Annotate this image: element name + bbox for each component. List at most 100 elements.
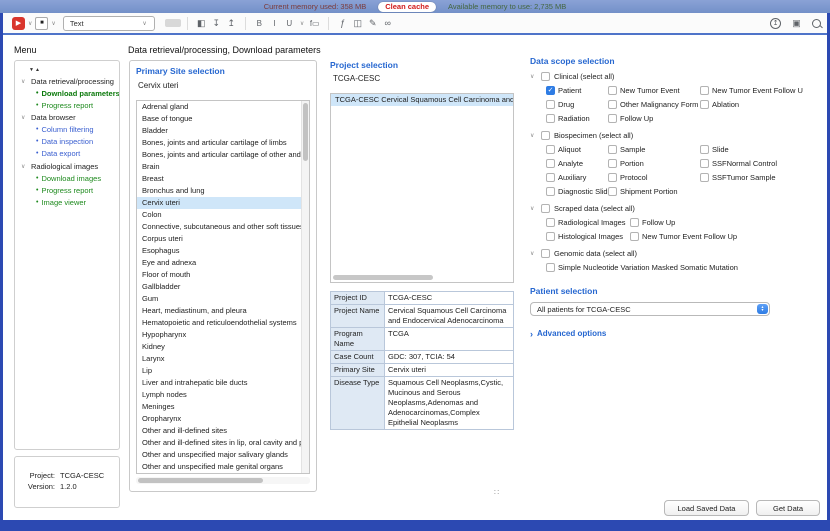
checkbox-new-tumor-event-follow-up[interactable]: New Tumor Event Follow U (700, 85, 822, 95)
primary-site-option[interactable]: Base of tongue (137, 113, 309, 125)
underline-icon[interactable]: U (282, 19, 297, 28)
scrollbar-thumb[interactable] (303, 103, 308, 161)
primary-site-option[interactable]: Brain (137, 161, 309, 173)
checkbox-radiation[interactable]: Radiation (546, 113, 608, 123)
vertical-scrollbar[interactable] (301, 101, 309, 473)
checkbox-analyte[interactable]: Analyte (546, 158, 608, 168)
chevron-down-icon[interactable]: ∨ (21, 78, 28, 85)
primary-site-option[interactable]: Colon (137, 209, 309, 221)
function-icon[interactable]: ƒ (335, 18, 350, 28)
checkbox-slide[interactable]: Slide (700, 144, 822, 154)
upload-icon[interactable]: ↥ (770, 18, 781, 29)
checkbox-biospecimen-select-all[interactable] (541, 131, 550, 140)
chevron-down-icon[interactable]: ∨ (300, 20, 304, 27)
chevron-down-icon[interactable]: ∨ (21, 114, 28, 121)
primary-site-option[interactable]: Other and unspecified male genital organ… (137, 461, 309, 473)
chevron-down-icon[interactable]: ∨ (51, 20, 55, 27)
checkbox-follow-up[interactable]: Follow Up (608, 113, 700, 123)
run-button[interactable]: ▶ (12, 17, 25, 30)
get-data-button[interactable]: Get Data (756, 500, 820, 516)
patient-selection-dropdown[interactable]: All patients for TCGA-CESC ▲ ▼ (530, 302, 770, 316)
primary-site-option[interactable]: Other and ill-defined sites in lip, oral… (137, 437, 309, 449)
primary-site-option[interactable]: Gum (137, 293, 309, 305)
checkbox-auxiliary[interactable]: Auxiliary (546, 172, 608, 182)
checkbox-ablation[interactable]: Ablation (700, 99, 822, 109)
pencil-icon[interactable]: ✎ (365, 18, 380, 29)
frame-icon[interactable]: ◧ (194, 18, 209, 29)
chevron-down-icon[interactable]: ∨ (530, 205, 537, 212)
checkbox-other-malignancy-form[interactable]: Other Malignancy Form (608, 99, 700, 109)
primary-site-option[interactable]: Eye and adnexa (137, 257, 309, 269)
italic-icon[interactable]: I (267, 19, 282, 28)
checkbox-simple-nucleotide-variation[interactable]: Simple Nucleotide Variation Masked Somat… (546, 262, 822, 272)
text-style-select[interactable]: Text ∨ (63, 16, 155, 31)
bold-icon[interactable]: B (252, 19, 267, 28)
checkbox-radiological-images[interactable]: Radiological Images (546, 217, 630, 227)
primary-site-option[interactable]: Connective, subcutaneous and other soft … (137, 221, 309, 233)
clean-cache-button[interactable]: Clean cache (378, 2, 436, 12)
primary-site-option[interactable]: Oropharynx (137, 413, 309, 425)
checkbox-shipment-portion[interactable]: Shipment Portion (608, 186, 700, 196)
tree-group-data-browser[interactable]: ∨ Data browser (21, 113, 116, 122)
primary-site-option[interactable]: Corpus uteri (137, 233, 309, 245)
checkbox-new-tumor-event[interactable]: New Tumor Event (608, 85, 700, 95)
align-down-icon[interactable]: ↧ (209, 18, 224, 29)
checkbox-genomic-select-all[interactable] (541, 249, 550, 258)
checkbox-patient[interactable]: ✓Patient (546, 85, 608, 95)
primary-site-option[interactable]: Adrenal gland (137, 101, 309, 113)
menu-item-progress-report[interactable]: • Progress report (36, 101, 116, 110)
checkbox-protocol[interactable]: Protocol (608, 172, 700, 182)
checkbox-scraped-follow-up[interactable]: Follow Up (630, 217, 822, 227)
primary-site-option[interactable]: Meninges (137, 401, 309, 413)
checkbox-histological-images[interactable]: Histological Images (546, 231, 630, 241)
link-icon[interactable]: ∞ (380, 18, 395, 28)
search-icon[interactable] (812, 19, 821, 28)
primary-site-option[interactable]: Liver and intrahepatic bile ducts (137, 377, 309, 389)
primary-site-option[interactable]: Breast (137, 173, 309, 185)
tree-group-data-retrieval[interactable]: ∨ Data retrieval/processing (21, 77, 116, 86)
primary-site-option[interactable]: Gallbladder (137, 281, 309, 293)
checkbox-clinical-select-all[interactable] (541, 72, 550, 81)
chevron-down-icon[interactable]: ∨ (530, 250, 537, 257)
primary-site-option[interactable]: Kidney (137, 341, 309, 353)
checkbox-new-tumor-event-follow-up-scraped[interactable]: New Tumor Event Follow Up (630, 231, 822, 241)
chevron-down-icon[interactable]: ∨ (21, 163, 28, 170)
media-icon[interactable]: ◫ (350, 18, 365, 29)
primary-site-option[interactable]: Bones, joints and articular cartilage of… (137, 137, 309, 149)
primary-site-option[interactable]: Hypopharynx (137, 329, 309, 341)
primary-site-option[interactable]: Other and ill-defined sites (137, 425, 309, 437)
resize-grip[interactable]: ∷ (494, 488, 498, 497)
menu-item-column-filtering[interactable]: • Column filtering (36, 125, 116, 134)
menu-item-data-inspection[interactable]: • Data inspection (36, 137, 116, 146)
checkbox-sample[interactable]: Sample (608, 144, 700, 154)
checkbox-ssf-tumor-sample[interactable]: SSFTumor Sample (700, 172, 822, 182)
primary-site-option[interactable]: Hematopoietic and reticuloendothelial sy… (137, 317, 309, 329)
load-saved-data-button[interactable]: Load Saved Data (664, 500, 749, 516)
checkbox-drug[interactable]: Drug (546, 99, 608, 109)
primary-site-option[interactable]: Bladder (137, 125, 309, 137)
primary-site-option[interactable]: Bones, joints and articular cartilage of… (137, 149, 309, 161)
checkbox-aliquot[interactable]: Aliquot (546, 144, 608, 154)
primary-site-option[interactable]: Larynx (137, 353, 309, 365)
advanced-options-toggle[interactable]: › Advanced options (530, 329, 822, 338)
chevron-down-icon[interactable]: ∨ (530, 132, 537, 139)
primary-site-option[interactable]: Heart, mediastinum, and pleura (137, 305, 309, 317)
primary-site-option-selected[interactable]: Cervix uteri (137, 197, 309, 209)
project-option-selected[interactable]: TCGA-CESC Cervical Squamous Cell Carcino… (331, 94, 513, 106)
menu-item-download-parameters[interactable]: • Download parameters (36, 89, 116, 98)
primary-site-option[interactable]: Lip (137, 365, 309, 377)
window-icon[interactable]: ▣ (789, 18, 804, 29)
scrollbar-thumb[interactable] (138, 478, 263, 483)
chevron-down-icon[interactable]: ∨ (530, 73, 537, 80)
primary-site-option[interactable]: Lymph nodes (137, 389, 309, 401)
sort-icons[interactable]: ▼▲ (29, 67, 116, 73)
menu-item-progress-report-2[interactable]: • Progress report (36, 186, 116, 195)
checkbox-scraped-select-all[interactable] (541, 204, 550, 213)
primary-site-option[interactable]: Bronchus and lung (137, 185, 309, 197)
field-icon[interactable]: f▭ (307, 19, 322, 28)
align-up-icon[interactable]: ↥ (224, 18, 239, 29)
menu-item-download-images[interactable]: • Download images (36, 174, 116, 183)
menu-item-image-viewer[interactable]: • Image viewer (36, 198, 116, 207)
shape-button[interactable]: ■ (35, 17, 48, 30)
chevron-down-icon[interactable]: ∨ (28, 20, 32, 27)
